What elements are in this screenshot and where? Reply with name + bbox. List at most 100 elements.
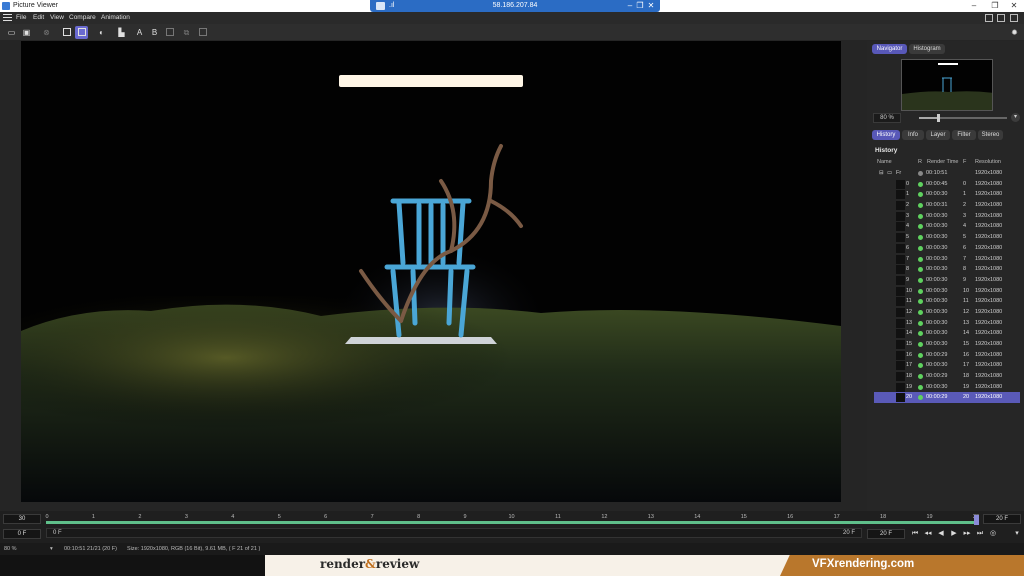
stop-icon[interactable]: ⊗ [40,26,53,39]
history-row[interactable]: 15 00:00:30 15 1920x1080 [874,339,1020,350]
panel-icon[interactable] [1010,14,1018,22]
tab-info[interactable]: Info [902,130,924,140]
hamburger-menu-icon[interactable] [3,14,12,22]
col-name[interactable]: Name [877,159,892,165]
step-forward-icon[interactable]: ▸▸ [962,529,972,539]
restore-button[interactable]: ❐ [985,0,1005,12]
history-title: History [875,147,898,154]
history-row[interactable]: 12 00:00:30 12 1920x1080 [874,307,1020,318]
history-row[interactable]: 18 00:00:29 18 1920x1080 [874,371,1020,382]
compare-icon[interactable]: ⧉ [180,26,193,39]
status-menu-icon[interactable]: ▾ [50,543,53,555]
history-row[interactable]: 16 00:00:29 16 1920x1080 [874,350,1020,361]
col-render-time[interactable]: Render Time [927,159,959,165]
minimize-button[interactable]: – [964,0,984,12]
tab-navigator[interactable]: Navigator [872,44,907,54]
region-icon[interactable] [60,26,73,39]
channel-a-icon[interactable]: A [133,26,146,39]
history-row[interactable]: 0 00:00:45 0 1920x1080 [874,179,1020,190]
contrast-icon[interactable]: ◐ [95,26,108,39]
zoom-field[interactable]: 80 % [873,113,901,123]
history-row[interactable]: 17 00:00:30 17 1920x1080 [874,360,1020,371]
zoom-slider[interactable] [919,114,1007,122]
play-reverse-icon[interactable]: ◀ [936,529,946,539]
status-dot [918,320,923,326]
history-row[interactable]: 8 00:00:30 8 1920x1080 [874,264,1020,275]
save-icon[interactable]: ▣ [20,26,33,39]
copy-icon[interactable] [163,26,176,39]
fps-field[interactable]: 30 [3,514,41,524]
ruler-tick-label: 17 [833,514,840,520]
layout-icon[interactable] [985,14,993,22]
tab-layer[interactable]: Layer [926,130,950,140]
remote-close-button[interactable]: ✕ [645,0,657,12]
channel-icon[interactable]: ▙ [115,26,128,39]
start-frame-field[interactable]: 0 F [3,529,41,539]
menu-compare[interactable]: Compare [69,12,96,24]
history-row[interactable]: 10 00:00:30 10 1920x1080 [874,286,1020,297]
history-row[interactable]: 14 00:00:30 14 1920x1080 [874,328,1020,339]
zoom-menu-icon[interactable]: ▾ [1011,113,1020,122]
menu-file[interactable]: File [16,12,26,24]
history-row[interactable]: 19 00:00:30 19 1920x1080 [874,382,1020,393]
history-row[interactable]: 7 00:00:30 7 1920x1080 [874,254,1020,265]
zoom-slider-knob[interactable] [937,114,941,122]
watermark-strip: render&review VFXrendering.com [0,555,1024,576]
tab-history[interactable]: History [872,130,900,140]
external-icon[interactable] [997,14,1005,22]
frame-thumbnail [896,201,905,211]
bug-icon[interactable]: ✹ [1008,26,1021,39]
history-row[interactable]: 4 00:00:30 4 1920x1080 [874,221,1020,232]
expand-icon[interactable]: ⊟ [879,168,884,179]
history-row[interactable]: 13 00:00:30 13 1920x1080 [874,318,1020,329]
tab-filter[interactable]: Filter [952,130,976,140]
resolution: 1920x1080 [975,287,1003,294]
play-icon[interactable]: ▶ [949,529,959,539]
tab-stereo[interactable]: Stereo [978,130,1003,140]
region-active-icon[interactable] [75,26,88,39]
frame-ruler[interactable]: 01234567891011121314151617181920 [45,511,979,527]
history-row[interactable]: 6 00:00:30 6 1920x1080 [874,243,1020,254]
close-button[interactable]: ✕ [1004,0,1024,12]
history-group-row[interactable]: ⊟ ▭ Fr 00:10:51 1920x1080 [874,168,1020,179]
ruler-tick-label: 5 [277,514,281,520]
loop-icon[interactable]: ◎ [988,529,998,539]
menu-view[interactable]: View [50,12,64,24]
watermark-left: render&review [265,555,790,576]
history-row[interactable]: 2 00:00:31 2 1920x1080 [874,200,1020,211]
go-to-start-icon[interactable]: ⏮ [910,529,920,539]
history-row[interactable]: 20 00:00:29 20 1920x1080 [874,392,1020,404]
frame-number: 15 [906,341,913,347]
history-row[interactable]: 1 00:00:30 1 1920x1080 [874,189,1020,200]
status-zoom[interactable]: 80 % [4,543,17,555]
current-frame-field[interactable]: 20 F [867,529,905,539]
timeline-track[interactable] [46,521,979,524]
end-frame-field[interactable]: 20 F [983,514,1021,524]
history-row[interactable]: 5 00:00:30 5 1920x1080 [874,232,1020,243]
status-dot [918,384,923,390]
go-to-end-icon[interactable]: ⏭ [975,529,985,539]
frame-index: 15 [963,341,970,347]
open-folder-icon[interactable]: ▭ [5,26,18,39]
col-f[interactable]: F [963,159,966,165]
frame-number: 13 [906,319,913,326]
ruler-tick-label: 9 [463,514,467,520]
history-row[interactable]: 9 00:00:30 9 1920x1080 [874,275,1020,286]
step-back-icon[interactable]: ◂◂ [923,529,933,539]
col-r[interactable]: R [918,159,922,165]
resolution: 1920x1080 [975,180,1003,187]
resolution: 1920x1080 [975,330,1003,337]
range-end: 20 F [842,530,855,536]
playhead[interactable] [974,515,979,525]
navigator-thumbnail[interactable] [901,59,993,111]
timeline-menu-icon[interactable]: ▾ [1012,529,1022,539]
history-row[interactable]: 3 00:00:30 3 1920x1080 [874,211,1020,222]
channel-b-icon[interactable]: B [148,26,161,39]
swap-icon[interactable] [196,26,209,39]
tab-histogram[interactable]: Histogram [909,44,945,54]
range-bar[interactable]: 0 F 20 F [46,528,862,538]
menu-edit[interactable]: Edit [33,12,44,24]
menu-animation[interactable]: Animation [101,12,130,24]
col-resolution[interactable]: Resolution [975,159,1001,165]
history-row[interactable]: 11 00:00:30 11 1920x1080 [874,296,1020,307]
